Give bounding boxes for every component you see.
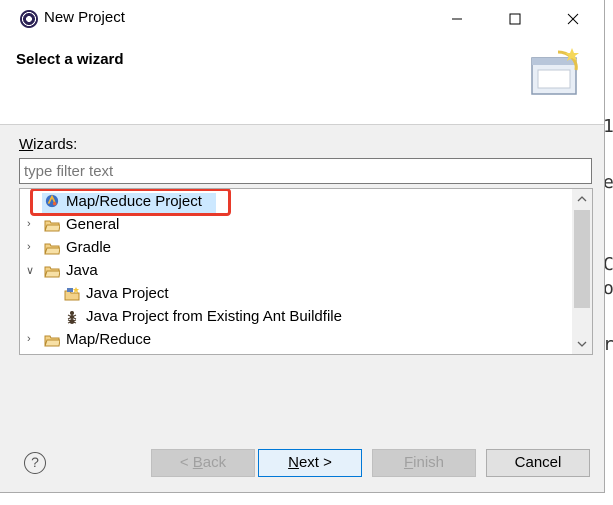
- back-button-prefix: <: [179, 454, 193, 471]
- wizards-label: Wizards:: [19, 136, 77, 153]
- tree-item-java-project-from-ant[interactable]: Java Project from Existing Ant Buildfile: [20, 306, 570, 329]
- wizard-tree[interactable]: Map/Reduce Project › General › Gradle ∨: [19, 188, 593, 355]
- tree-item-label: Java Project: [86, 285, 169, 302]
- back-button-label: ack: [202, 454, 227, 471]
- tree-item-label: Map/Reduce: [66, 331, 152, 348]
- finish-button-mnemonic: F: [403, 454, 414, 471]
- tree-item-java-project[interactable]: Java Project: [20, 283, 570, 306]
- tree-item-java[interactable]: ∨ Java: [20, 260, 570, 283]
- help-button[interactable]: ?: [24, 452, 46, 474]
- wizards-label-text: izards:: [33, 136, 78, 153]
- next-button-mnemonic: N: [288, 454, 299, 471]
- title-bar: New Project: [0, 0, 604, 38]
- cancel-button[interactable]: Cancel: [486, 449, 590, 477]
- java-project-icon: [64, 287, 80, 301]
- filter-input[interactable]: [19, 158, 592, 184]
- open-folder-icon: [44, 266, 60, 278]
- expand-arrow-icon[interactable]: ›: [27, 241, 39, 255]
- close-icon: [567, 13, 579, 25]
- help-icon: ?: [31, 454, 39, 470]
- wizard-header: Select a wizard: [0, 38, 604, 125]
- finish-button[interactable]: Finish: [372, 449, 476, 477]
- maximize-button[interactable]: [492, 4, 538, 34]
- vertical-scrollbar[interactable]: [572, 189, 592, 354]
- tree-item-general[interactable]: › General: [20, 214, 570, 237]
- next-button[interactable]: Next >: [258, 449, 362, 477]
- new-wizard-banner-icon: [531, 48, 579, 95]
- new-project-dialog: New Project Select a wizard Wizards: typ…: [0, 0, 605, 493]
- close-button[interactable]: [550, 4, 596, 34]
- folder-icon: [44, 335, 60, 347]
- tree-item-label: General: [66, 216, 120, 233]
- minimize-button[interactable]: [434, 4, 480, 34]
- finish-button-label: inish: [413, 454, 445, 471]
- maximize-icon: [509, 13, 521, 25]
- tree-item-gradle[interactable]: › Gradle: [20, 237, 570, 260]
- wizards-label-mnemonic: W: [19, 136, 34, 153]
- tree-item-label: Java: [66, 262, 98, 279]
- scroll-up-button[interactable]: [572, 189, 592, 209]
- scroll-thumb[interactable]: [574, 210, 590, 308]
- folder-icon: [44, 243, 60, 255]
- folder-icon: [44, 220, 60, 232]
- back-button[interactable]: < Back: [151, 449, 255, 477]
- window-title: New Project: [44, 9, 125, 26]
- tree-item-label: Gradle: [66, 239, 112, 256]
- expand-arrow-icon[interactable]: ›: [27, 218, 39, 232]
- tree-item-label: Java Project from Existing Ant Buildfile: [86, 308, 342, 325]
- expand-arrow-icon[interactable]: ›: [27, 333, 39, 347]
- scroll-down-button[interactable]: [572, 334, 592, 354]
- ant-icon: [67, 311, 77, 324]
- page-title: Select a wizard: [16, 51, 124, 68]
- chevron-down-icon: [577, 341, 587, 347]
- back-button-mnemonic: B: [192, 454, 203, 471]
- tree-item-map-reduce[interactable]: › Map/Reduce: [20, 329, 570, 352]
- collapse-arrow-icon[interactable]: ∨: [26, 264, 38, 278]
- tree-item-map-reduce-project[interactable]: Map/Reduce Project: [20, 189, 570, 216]
- eclipse-icon: [20, 10, 38, 28]
- chevron-up-icon: [577, 196, 587, 202]
- minimize-icon: [452, 18, 462, 20]
- next-button-label: ext >: [298, 454, 332, 471]
- annotation-highlight-box: [30, 189, 231, 216]
